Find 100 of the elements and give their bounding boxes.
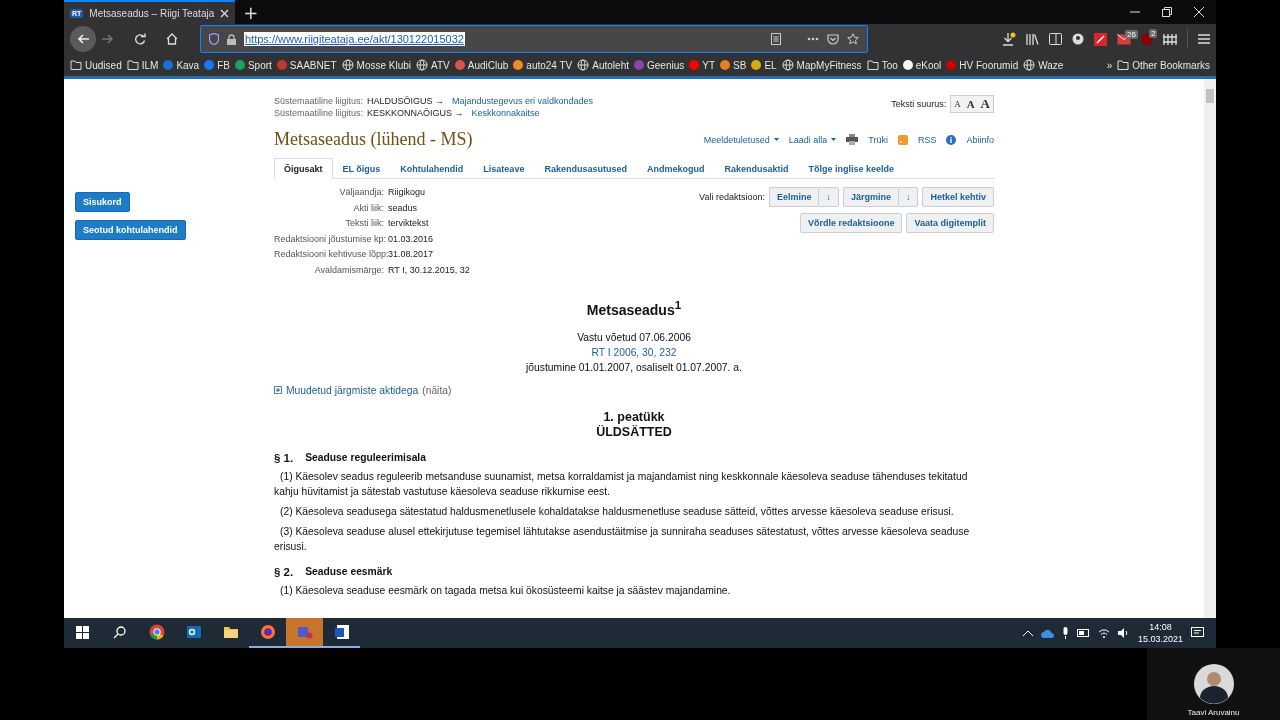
globe-icon (416, 59, 428, 71)
cloud-icon[interactable] (1040, 628, 1054, 638)
back-button[interactable] (70, 26, 96, 52)
caret-icon[interactable] (773, 138, 779, 141)
scrollbar-thumb[interactable] (1206, 89, 1214, 103)
show-toggle[interactable]: (näita) (422, 384, 452, 396)
address-bar[interactable]: https://www.riigiteataja.ee/akt/130122015032 (200, 25, 868, 53)
page-tab[interactable]: Rakendusasutused (534, 158, 637, 179)
sidebar-icon[interactable] (1049, 33, 1062, 45)
classification-domain: KESKKONNAÕIGUS → (367, 107, 464, 119)
bookmark[interactable]: EL (751, 59, 777, 71)
nav-button[interactable]: Sisukord (75, 192, 130, 212)
volume-icon[interactable] (1117, 628, 1130, 638)
publication-link[interactable]: RT I 2006, 30, 232 (591, 346, 677, 358)
bookmark[interactable]: Autoleht (577, 59, 629, 71)
shield-icon[interactable] (1141, 32, 1153, 46)
bookmark[interactable]: HV Foorumid (946, 59, 1019, 71)
notification-badge: 2 (1149, 28, 1158, 38)
battery-icon[interactable] (1076, 629, 1090, 637)
classification-link[interactable]: Keskkonnakaitse (471, 107, 540, 119)
bookmark[interactable]: Kava (163, 59, 200, 71)
action-button[interactable]: Võrdle redaktsioone (799, 213, 903, 233)
bookmark[interactable]: SB (720, 59, 747, 71)
home-icon[interactable] (166, 33, 178, 45)
action-link[interactable]: RSS (917, 134, 937, 145)
microphone-icon[interactable] (1061, 627, 1069, 639)
amendments-link[interactable]: Muudetud järgmiste aktidega (286, 384, 419, 396)
notifications-icon[interactable] (1191, 627, 1204, 639)
text-size-label: Teksti suurus: (891, 99, 947, 109)
bookmark[interactable]: auto24 TV (513, 59, 573, 71)
action-button[interactable]: Vaata digitemplit (906, 213, 994, 233)
page-tab[interactable]: Andmekogud (636, 158, 715, 179)
account-icon[interactable] (1072, 33, 1084, 45)
page-tab[interactable]: EL õigus (332, 158, 391, 179)
back-arrow-icon[interactable] (77, 34, 89, 44)
bookmark[interactable]: ATV (416, 59, 450, 71)
text-size-button[interactable]: A (977, 96, 993, 112)
close-icon[interactable] (1194, 7, 1204, 17)
chrome-icon (148, 624, 165, 640)
dropdown-link[interactable]: Laadi alla (788, 134, 837, 145)
pocket-icon[interactable] (827, 33, 839, 45)
grid-icon[interactable] (1163, 33, 1177, 45)
page-tab[interactable]: Kohtulahendid (390, 158, 474, 179)
forward-arrow-icon[interactable] (102, 34, 114, 44)
windows-icon (76, 625, 89, 639)
bookmark[interactable]: Waze (1023, 59, 1064, 71)
bookmark[interactable]: YT (689, 59, 716, 71)
info-icon[interactable] (946, 134, 957, 145)
dropdown-link[interactable]: Meeldetuletused (703, 134, 779, 145)
version-menu-button[interactable]: ↓ (897, 187, 919, 207)
text-size-button[interactable]: A (963, 96, 978, 112)
page-tab[interactable]: Lisateave (473, 158, 535, 179)
new-tab-button[interactable]: + (235, 0, 267, 24)
version-button[interactable]: Järgmine (842, 187, 898, 207)
close-icon[interactable] (220, 8, 230, 18)
library-icon[interactable] (1026, 33, 1039, 45)
folder-icon (222, 624, 239, 640)
menu-icon[interactable] (1198, 34, 1210, 44)
bookmark[interactable]: Sport (234, 59, 272, 71)
bookmark[interactable]: ILM (126, 59, 159, 71)
bookmark-folder[interactable]: Other Bookmarks (1117, 59, 1210, 71)
version-button[interactable]: Hetkel kehtiv (922, 187, 994, 207)
reader-view-icon[interactable] (771, 33, 781, 45)
bookmark[interactable]: Mosse Klubi (341, 59, 411, 71)
action-link[interactable]: Trüki (868, 134, 888, 145)
more-bookmarks-button[interactable]: » (1106, 59, 1113, 71)
star-icon[interactable] (847, 33, 859, 45)
bookmark[interactable]: MapMyFitness (781, 59, 862, 71)
bookmark[interactable]: SAABNET (276, 59, 337, 71)
extension-icon[interactable] (1094, 32, 1107, 46)
version-button[interactable]: Eelmine (768, 187, 819, 207)
field-label: Redaktsiooni jõustumise kp: (274, 233, 384, 245)
clock[interactable]: 14:08 15.03.2021 (1137, 621, 1183, 645)
bookmark[interactable]: Geenius (634, 59, 685, 71)
bookmark[interactable]: Uudised (70, 59, 122, 71)
caret-icon[interactable] (831, 138, 837, 141)
download-icon[interactable] (1002, 32, 1016, 46)
version-menu-button[interactable]: ↓ (818, 187, 839, 207)
bookmark[interactable]: FB (204, 59, 230, 71)
caret-up-icon[interactable] (1022, 630, 1033, 636)
reload-icon[interactable] (134, 33, 146, 45)
text-size-button[interactable]: A (951, 96, 964, 112)
wifi-icon[interactable] (1097, 628, 1110, 638)
nav-button[interactable]: Seotud kohtulahendid (75, 220, 186, 240)
field-value: RT I, 30.12.2015, 32 (388, 264, 470, 276)
bookmark[interactable]: Too (866, 59, 898, 71)
page-tab[interactable]: Tõlge inglise keelde (798, 158, 904, 179)
printer-icon[interactable] (846, 134, 859, 145)
page-tab[interactable]: Õigusakt (274, 158, 333, 179)
bookmark[interactable]: AudiClub (454, 59, 509, 71)
restore-icon[interactable] (1162, 7, 1172, 17)
chapter-number: 1. peatükk (603, 409, 665, 424)
scrollbar[interactable] (1204, 79, 1216, 618)
bookmark[interactable]: eKool (902, 59, 942, 71)
expand-icon[interactable] (274, 386, 282, 395)
word-icon (333, 624, 350, 640)
classification-link[interactable]: Majandustegevus eri valdkondades (452, 95, 594, 107)
more-icon[interactable] (807, 37, 819, 41)
action-link[interactable]: Abiinfo (966, 134, 994, 145)
page-tab[interactable]: Rakendusaktid (714, 158, 799, 179)
